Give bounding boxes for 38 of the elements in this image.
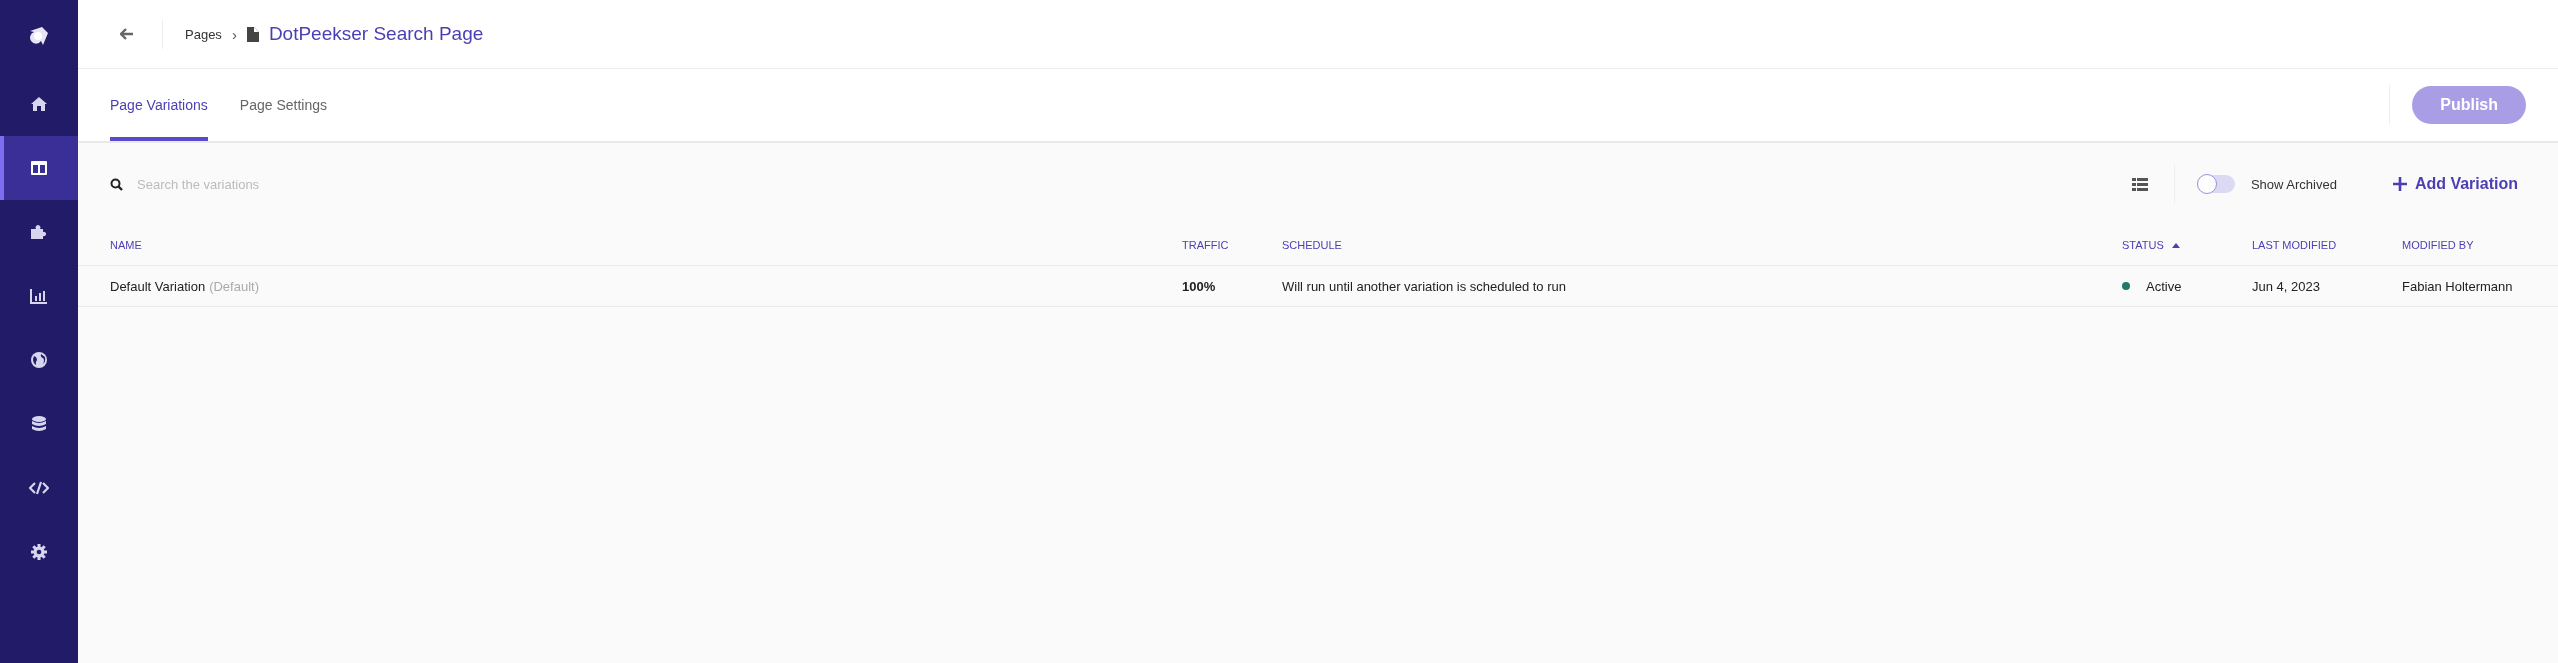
add-variation-button[interactable]: Add Variation [2392,175,2518,193]
search-icon [110,177,123,191]
column-header[interactable]: STATUS [2122,239,2180,251]
bar-chart-icon [30,288,48,304]
plus-icon [2392,177,2407,191]
search-field[interactable]: Search the variations [135,175,439,193]
database-icon [32,416,46,432]
column-header[interactable]: TRAFFIC [1182,239,1229,251]
document-icon [246,26,259,42]
layout-icon [31,161,47,175]
breadcrumb-link[interactable]: Pages [185,26,222,42]
status-label: Active [2146,278,2182,294]
home-icon [30,96,48,112]
column-header[interactable]: NAME [110,239,142,251]
back-arrow-icon [120,28,134,40]
puzzle-icon [30,224,48,240]
table-cell: Fabian Holtermann [2402,278,2513,294]
column-header[interactable]: LAST MODIFIED [2252,239,2337,251]
sidebar-item[interactable] [0,136,78,200]
toggle-switch[interactable] [2196,175,2235,193]
tab[interactable]: Page Variations [110,69,208,141]
tab[interactable]: Page Settings [239,69,327,141]
variation-name[interactable]: Default Variation [110,278,206,294]
sort-ascending-icon [2171,242,2180,248]
breadcrumb-separator: › [231,25,237,43]
globe-icon [31,352,47,368]
column-header[interactable]: MODIFIED BY [2402,239,2474,251]
page-title: DotPeekser Search Page [268,23,484,45]
list-icon [2131,177,2148,191]
default-tag: (Default) [209,278,259,294]
toggle-label: Show Archived [2250,176,2337,192]
table-cell: Jun 4, 2023 [2252,278,2320,294]
table-cell: 100% [1182,278,1216,294]
settings-icon [31,544,47,560]
code-icon [29,481,49,495]
column-header[interactable]: SCHEDULE [1282,239,1342,251]
logo-icon [28,25,50,47]
table-cell: Will run until another variation is scheduled to run [1282,278,1566,294]
